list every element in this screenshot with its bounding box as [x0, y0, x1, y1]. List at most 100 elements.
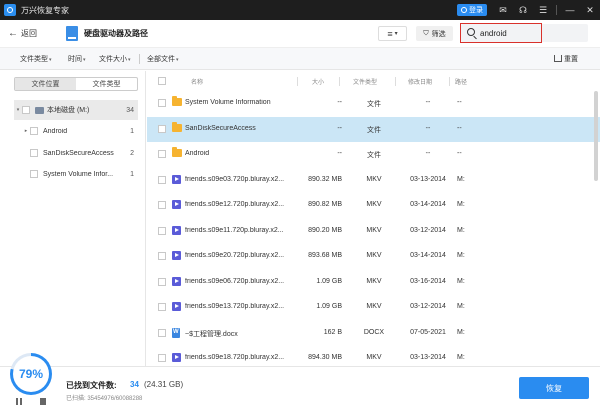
row-checkbox[interactable]: [158, 354, 166, 362]
row-size: 890.32 MB: [308, 175, 342, 183]
row-date: 03-13-2014: [410, 354, 446, 361]
video-icon: [172, 174, 181, 184]
table-row[interactable]: friends.s09e11.720p.bluray.x2... 890.20 M…: [147, 219, 600, 244]
minimize-icon[interactable]: —: [560, 0, 580, 20]
row-name: friends.s09e03.720p.bluray.x2...: [185, 175, 285, 183]
table-row[interactable]: friends.s09e13.720p.bluray.x2... 1.09 GB M…: [147, 295, 600, 320]
column-divider: [449, 77, 450, 86]
video-icon: [172, 302, 181, 311]
row-checkbox[interactable]: [158, 277, 166, 286]
sidebar: 文件位置 文件类型 ▾ 本地磁盘 (M:) 34 ▸ Android 1 San…: [0, 71, 146, 366]
time-filter-label: 时间: [68, 56, 82, 63]
row-type: MKV: [366, 277, 382, 285]
table-row[interactable]: friends.s09e18.720p.bluray.x2... 894.30 M…: [147, 346, 600, 366]
row-checkbox[interactable]: [158, 124, 166, 133]
funnel-icon: ⛉: [423, 29, 429, 37]
row-size: 1.09 GB: [316, 303, 342, 310]
column-divider: [395, 77, 396, 86]
table-row[interactable]: friends.s09e06.720p.bluray.x2... 1.09 GB M…: [147, 270, 600, 295]
select-all-checkbox[interactable]: [158, 77, 166, 85]
row-path: M:: [457, 277, 465, 285]
row-checkbox[interactable]: [158, 99, 166, 107]
checkbox[interactable]: [30, 127, 38, 135]
chevron-down-icon: ▾: [49, 57, 52, 63]
tab-file-location[interactable]: 文件位置: [15, 78, 76, 90]
sidebar-tabs: 文件位置 文件类型: [14, 77, 138, 91]
progress-percent: 79%: [18, 367, 44, 381]
row-path: M:: [457, 201, 465, 208]
chevron-down-icon[interactable]: ▾: [14, 107, 22, 113]
row-size: 162 B: [323, 328, 342, 336]
table-row[interactable]: friends.s09e12.720p.bluray.x2... 890.82 M…: [147, 193, 600, 218]
tree-item-label: System Volume Infor...: [43, 170, 114, 178]
video-icon: [172, 200, 181, 209]
view-mode-button[interactable]: ≡ ▾: [378, 26, 407, 41]
row-name: friends.s09e06.720p.bluray.x2...: [185, 277, 285, 285]
chevron-down-icon: ▾: [128, 57, 131, 63]
all-files-filter[interactable]: 全部文件▾: [147, 54, 179, 64]
checkbox[interactable]: [30, 149, 38, 157]
login-label: 登录: [469, 7, 483, 14]
row-name: System Volume Information: [185, 99, 271, 106]
close-icon[interactable]: ✕: [580, 0, 600, 20]
row-checkbox[interactable]: [158, 150, 166, 158]
column-header-name[interactable]: 名称: [191, 77, 203, 86]
login-button[interactable]: 登录: [457, 4, 487, 16]
checkbox[interactable]: [22, 106, 30, 114]
time-filter[interactable]: 时间▾: [68, 54, 86, 64]
tree-item-local-disk[interactable]: ▾ 本地磁盘 (M:) 34: [14, 100, 138, 120]
back-button[interactable]: ← 返回: [8, 26, 37, 41]
table-row[interactable]: ~$工程管理.docx 162 B DOCX 07-05-2021 M:: [147, 321, 600, 346]
table-row[interactable]: friends.s09e03.720p.bluray.x2... 890.32 M…: [147, 168, 600, 193]
recover-button[interactable]: 恢复: [519, 377, 589, 399]
drive-icon: [35, 106, 44, 114]
chevron-right-icon[interactable]: ▸: [22, 128, 30, 134]
menu-icon[interactable]: ☰: [533, 0, 553, 20]
filter-button[interactable]: ⛉ 筛选: [416, 26, 453, 41]
title-bar: 万兴恢复专家 登录 ✉ ☊ ☰ — ✕: [0, 0, 600, 20]
reset-label: 重置: [564, 56, 578, 63]
row-checkbox[interactable]: [158, 303, 166, 311]
column-header-path[interactable]: 路径: [455, 77, 467, 86]
row-path: M:: [457, 252, 465, 259]
scanned-count: 已扫描: 35454976/60088288: [66, 396, 143, 402]
row-name: friends.s09e11.720p.bluray.x2...: [185, 226, 284, 234]
tree-item-android[interactable]: ▸ Android 1: [22, 121, 138, 141]
scrollbar-thumb[interactable]: [594, 91, 598, 181]
support-icon[interactable]: ☊: [513, 0, 533, 20]
row-checkbox[interactable]: [158, 252, 166, 260]
row-checkbox[interactable]: [158, 175, 166, 184]
row-type: MKV: [366, 201, 382, 208]
table-row[interactable]: System Volume Information -- 文件 -- --: [147, 91, 600, 116]
column-header-type[interactable]: 文件类型: [353, 77, 377, 86]
checkbox[interactable]: [30, 170, 38, 178]
row-checkbox[interactable]: [158, 201, 166, 209]
tree-item-sandisk[interactable]: SanDiskSecureAccess 2: [22, 143, 138, 163]
file-type-filter-label: 文件类型: [20, 56, 48, 63]
tree-item-system-volume[interactable]: System Volume Infor... 1: [22, 164, 138, 184]
table-header: 名称 大小 文件类型 修改日期 路径: [147, 71, 600, 91]
row-size: 1.09 GB: [316, 277, 342, 285]
row-checkbox[interactable]: [158, 226, 166, 235]
column-header-date[interactable]: 修改日期: [408, 77, 432, 86]
title-bar-divider: [556, 5, 557, 15]
file-size-filter[interactable]: 文件大小▾: [99, 54, 131, 64]
pause-icon[interactable]: [16, 398, 22, 405]
row-path: M:: [457, 328, 465, 336]
file-type-filter[interactable]: 文件类型▾: [20, 54, 52, 64]
row-date: 03-12-2014: [410, 226, 446, 234]
row-name: friends.s09e12.720p.bluray.x2...: [185, 201, 285, 208]
tree-item-label: SanDiskSecureAccess: [43, 149, 114, 157]
feedback-icon[interactable]: ✉: [493, 0, 513, 20]
page-title: 硬盘驱动器及路径: [84, 29, 148, 38]
table-row[interactable]: Android -- 文件 -- --: [147, 142, 600, 167]
table-row[interactable]: friends.s09e20.720p.bluray.x2... 893.68 M…: [147, 244, 600, 269]
reset-button[interactable]: 重置: [554, 54, 578, 64]
table-row[interactable]: SanDiskSecureAccess -- 文件 -- --: [147, 116, 600, 142]
tree-item-count: 2: [130, 149, 134, 157]
column-header-size[interactable]: 大小: [312, 77, 324, 86]
row-checkbox[interactable]: [158, 328, 166, 337]
tab-file-type[interactable]: 文件类型: [76, 78, 137, 90]
stop-icon[interactable]: [40, 398, 46, 405]
found-files-count: 34: [130, 380, 139, 389]
